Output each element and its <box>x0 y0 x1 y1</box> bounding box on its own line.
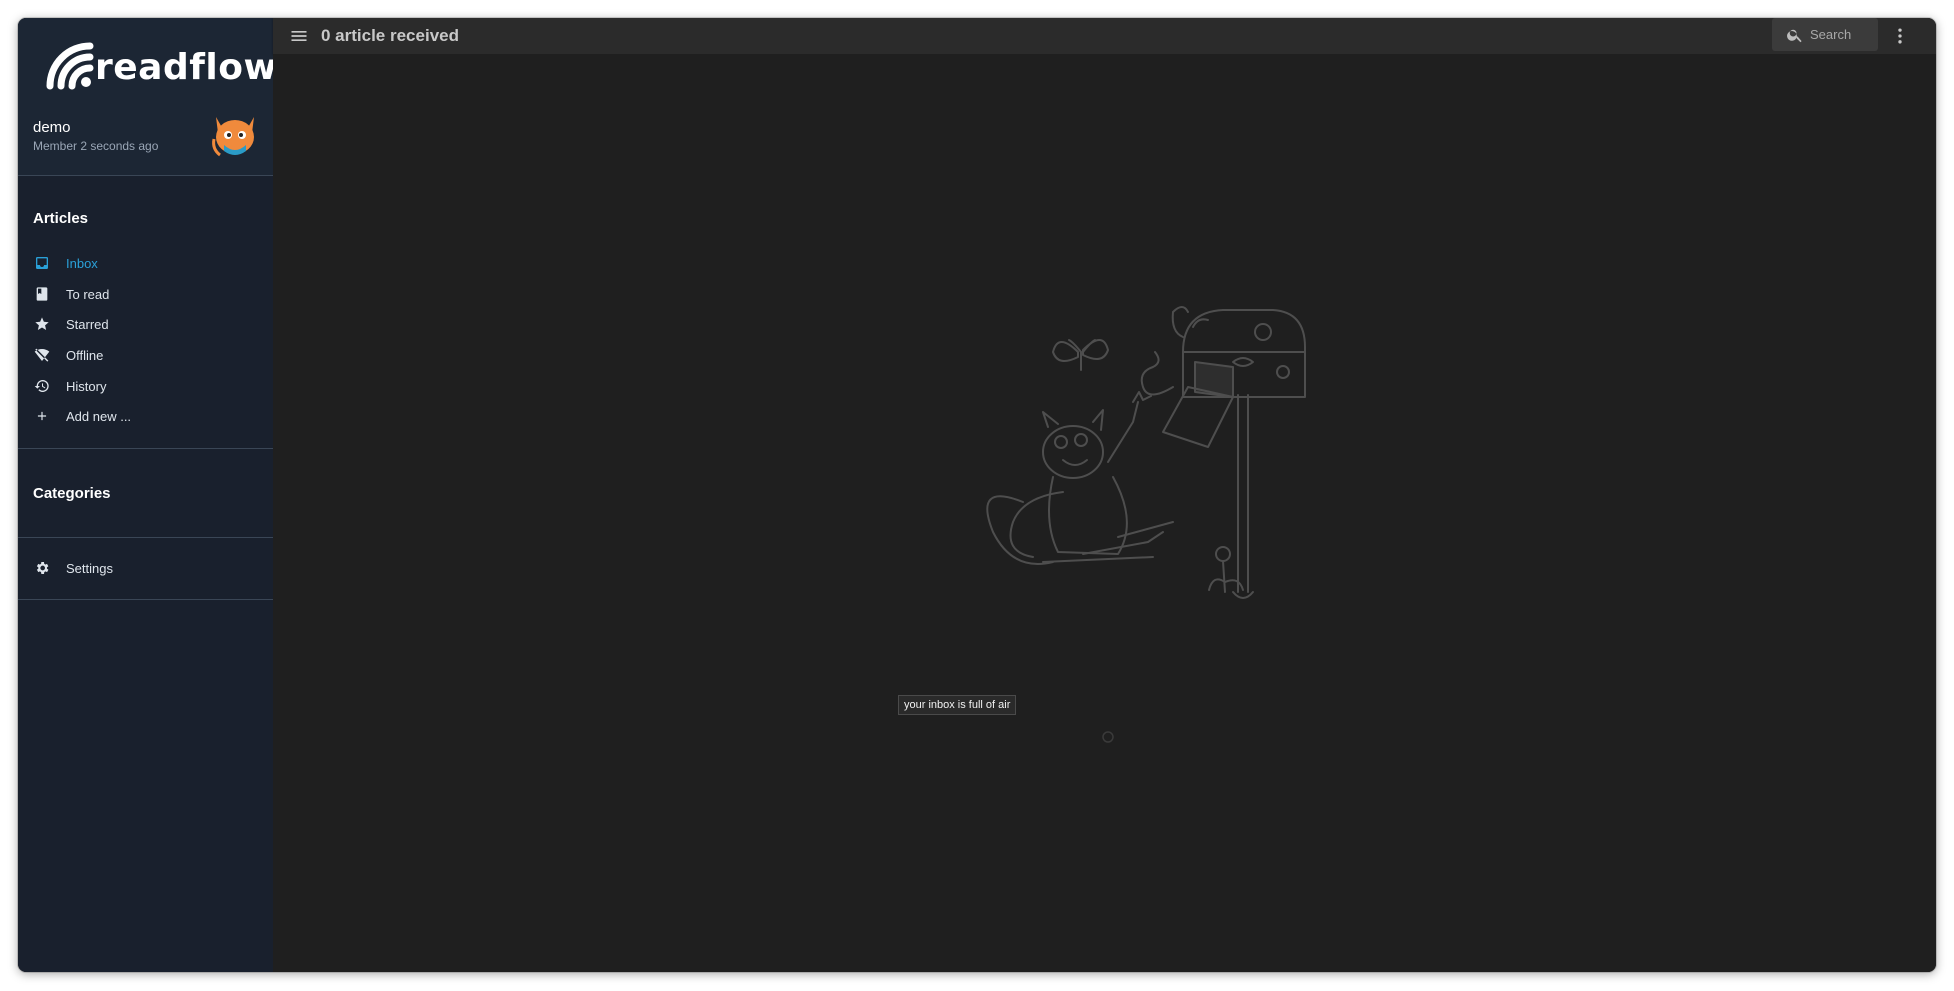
articles-title: Articles <box>33 210 89 227</box>
user-member-since: Member 2 seconds ago <box>33 139 159 153</box>
search-box[interactable] <box>1772 18 1878 51</box>
logo-text: readflow <box>95 47 278 88</box>
sidebar-header: readflow demo Member 2 seconds ago <box>18 18 277 176</box>
sidebar-item-offline[interactable]: Offline <box>18 340 273 371</box>
search-input[interactable] <box>1810 27 1870 42</box>
bookmark-icon <box>33 285 51 303</box>
sidebar-item-label: Add new ... <box>66 409 132 424</box>
sidebar-item-to-read[interactable]: To read <box>18 279 273 310</box>
sidebar-item-add-new[interactable]: Add new ... <box>18 401 273 432</box>
sidebar-item-label: Starred <box>66 317 109 332</box>
cat-mailbox-illustration <box>933 292 1363 612</box>
sidebar-item-inbox[interactable]: Inbox <box>18 248 273 279</box>
star-icon <box>33 315 51 333</box>
sidebar-item-history[interactable]: History <box>18 371 273 402</box>
hamburger-menu-icon[interactable] <box>289 26 309 46</box>
top-bar: 0 article received <box>273 18 1936 54</box>
sidebar-item-label: Inbox <box>66 256 98 271</box>
app-logo[interactable]: readflow <box>46 42 277 90</box>
main-content: your inbox is full of air <box>273 54 1936 972</box>
settings-section: Settings <box>18 538 273 600</box>
inbox-icon <box>33 254 51 272</box>
categories-title: Categories <box>33 485 111 502</box>
history-icon <box>33 377 51 395</box>
settings-label: Settings <box>66 561 113 576</box>
app-window: readflow demo Member 2 seconds ago Artic… <box>18 18 1936 972</box>
empty-inbox-message: your inbox is full of air <box>898 695 1017 715</box>
sidebar-item-label: History <box>66 379 107 394</box>
sidebar-item-label: Offline <box>66 348 104 363</box>
plus-icon <box>33 407 51 425</box>
sidebar-item-starred[interactable]: Starred <box>18 309 273 340</box>
offline-icon <box>33 346 51 364</box>
loading-spinner-icon <box>1101 730 1115 744</box>
more-vert-icon[interactable] <box>1890 26 1910 46</box>
sidebar-item-settings[interactable]: Settings <box>18 553 273 584</box>
categories-section: Categories <box>18 449 273 538</box>
cat-avatar-icon[interactable] <box>210 109 260 159</box>
search-icon <box>1787 29 1802 42</box>
sidebar: readflow demo Member 2 seconds ago Artic… <box>18 18 277 972</box>
page-title: 0 article received <box>321 26 459 45</box>
gear-icon <box>33 559 51 577</box>
sidebar-item-label: To read <box>66 287 110 302</box>
user-name: demo <box>33 119 71 136</box>
readflow-logo-icon <box>46 42 94 90</box>
